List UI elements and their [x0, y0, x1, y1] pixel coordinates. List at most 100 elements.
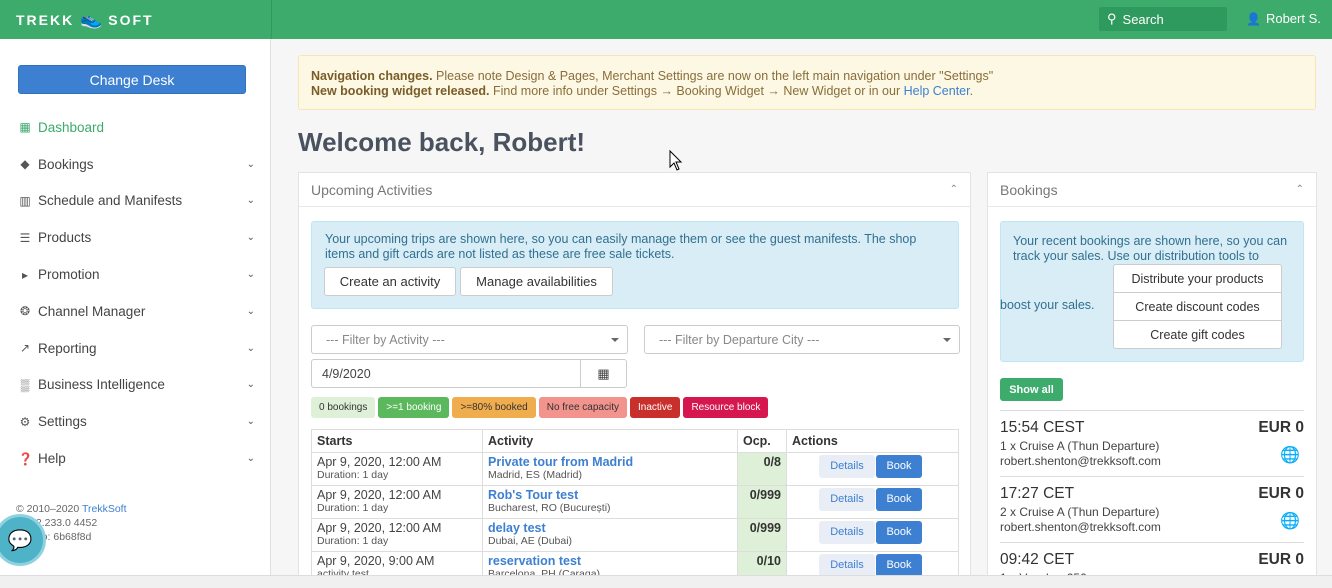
trekksoft-link[interactable]: TrekkSoft	[82, 503, 127, 515]
sidebar-item-label: Business Intelligence	[38, 377, 165, 393]
row-activity-link[interactable]: Private tour from Madrid	[488, 455, 732, 469]
create-gift-codes-button[interactable]: Create gift codes	[1113, 320, 1282, 349]
row-starts: Apr 9, 2020, 12:00 AM	[317, 521, 442, 535]
manage-availabilities-button[interactable]: Manage availabilities	[460, 267, 613, 296]
details-button[interactable]: Details	[819, 455, 875, 478]
distribute-products-button[interactable]: Distribute your products	[1113, 264, 1282, 293]
change-desk-button[interactable]: Change Desk	[18, 65, 246, 94]
list-item[interactable]: 17:27 CET EUR 0 2 x Cruise A (Thun Depar…	[1000, 476, 1304, 542]
calendar-icon: ▦	[597, 365, 610, 381]
help-center-link[interactable]: Help Center	[904, 84, 970, 98]
user-name: Robert S.	[1265, 11, 1321, 26]
legend-0-bookings: 0 bookings	[311, 397, 376, 418]
distribution-tools-link[interactable]: Use our distribution tools to	[1107, 249, 1258, 263]
help-icon: ❓	[18, 451, 33, 466]
row-ocp: 0/999	[737, 518, 787, 552]
user-menu[interactable]: 👤 Robert S.	[1246, 11, 1321, 26]
table-header: Starts Activity Ocp. Actions	[311, 429, 959, 453]
network-icon: ❂	[19, 304, 31, 319]
list-item[interactable]: 15:54 CEST EUR 0 1 x Cruise A (Thun Depa…	[1000, 410, 1304, 476]
legend-80-booked: >=80% booked	[452, 397, 536, 418]
row-duration: Duration: 1 day	[317, 535, 389, 547]
notice-title-2: New booking widget released.	[311, 84, 490, 98]
legend-1-booking: >=1 booking	[378, 397, 450, 418]
main-content: Navigation changes. Please note Design &…	[272, 39, 1332, 588]
megaphone-icon: ▸	[21, 267, 29, 282]
bookings-header[interactable]: Bookings ⌃	[988, 173, 1316, 207]
booking-email: robert.shenton@trekksoft.com	[1000, 520, 1161, 534]
chevron-down-icon: ⌄	[246, 342, 255, 354]
boost-text: boost your sales.	[1000, 298, 1095, 312]
brand-right: SOFT	[108, 11, 154, 28]
sidebar-item-products[interactable]: ☰ Products ⌄	[0, 219, 271, 256]
notice-title-1: Navigation changes.	[311, 69, 433, 83]
details-button[interactable]: Details	[819, 554, 875, 577]
activities-table: Starts Activity Ocp. Actions Apr 9, 2020…	[311, 429, 959, 585]
chevron-down-icon: ⌄	[246, 305, 255, 317]
show-all-button[interactable]: Show all	[1000, 378, 1063, 401]
sidebar-item-help[interactable]: ❓ Help ⌄	[0, 440, 271, 477]
notice-text-2: Find more info under Settings → Booking …	[489, 84, 904, 98]
row-activity-link[interactable]: delay test	[488, 521, 732, 535]
search-icon: ⚲	[1107, 11, 1117, 26]
details-button[interactable]: Details	[819, 488, 875, 511]
copyright: © 2010–2020	[16, 503, 82, 515]
col-actions: Actions	[786, 429, 959, 453]
page-title: Welcome back, Robert!	[298, 127, 586, 157]
sidebar-item-reporting[interactable]: ↗ Reporting ⌄	[0, 330, 271, 367]
filter-city-select[interactable]: --- Filter by Departure City ---	[644, 325, 960, 354]
legend-resource-block: Resource block	[683, 397, 769, 418]
navigation-notice: Navigation changes. Please note Design &…	[298, 55, 1316, 110]
globe-icon: 🌐	[1280, 513, 1300, 530]
filter-city-label: --- Filter by Departure City ---	[659, 332, 820, 347]
filter-activity-select[interactable]: --- Filter by Activity ---	[311, 325, 628, 354]
details-button[interactable]: Details	[819, 521, 875, 544]
occupancy-legend: 0 bookings >=1 booking >=80% booked No f…	[311, 397, 769, 418]
booking-amount: EUR 0	[1258, 485, 1304, 502]
upcoming-activities-header[interactable]: Upcoming Activities ⌃	[299, 173, 970, 207]
sidebar-item-bookings[interactable]: ◆ Bookings ⌄	[0, 146, 271, 183]
legend-no-capacity: No free capacity	[538, 397, 627, 418]
filter-activity-label: --- Filter by Activity ---	[326, 332, 445, 347]
calendar-icon: ▥	[19, 193, 31, 208]
chevron-down-icon: ⌄	[246, 453, 255, 465]
tag-icon: ◆	[20, 157, 30, 172]
row-activity-link[interactable]: reservation test	[488, 554, 732, 568]
calendar-button[interactable]: ▦	[580, 359, 627, 388]
sidebar-item-settings[interactable]: ⚙ Settings ⌄	[0, 403, 271, 440]
date-input[interactable]: 4/9/2020	[311, 359, 581, 388]
caret-down-icon	[943, 338, 951, 342]
shoe-icon: 👟	[80, 9, 105, 29]
globe-icon: 🌐	[1280, 447, 1300, 464]
sidebar-item-channel-manager[interactable]: ❂ Channel Manager ⌄	[0, 293, 271, 330]
chevron-up-icon[interactable]: ⌃	[950, 184, 958, 195]
line-chart-icon: ↗	[19, 341, 31, 356]
booking-item: 1 x Cruise A (Thun Departure)	[1000, 439, 1160, 453]
create-activity-button[interactable]: Create an activity	[324, 267, 456, 296]
user-icon: 👤	[1246, 11, 1261, 26]
brand-logo[interactable]: TREKK 👟 SOFT	[0, 0, 272, 39]
sidebar-item-promotion[interactable]: ▸ Promotion ⌄	[0, 256, 271, 293]
panel-title: Upcoming Activities	[311, 181, 433, 198]
sidebar-item-business-intelligence[interactable]: ▒ Business Intelligence ⌄	[0, 367, 271, 404]
chevron-down-icon: ⌄	[246, 379, 255, 391]
sidebar: Change Desk ▦ Dashboard ◆ Bookings ⌄ ▥ S…	[0, 39, 271, 588]
notice-text-1: Please note Design & Pages, Merchant Set…	[432, 69, 994, 83]
sidebar-item-schedule[interactable]: ▥ Schedule and Manifests ⌄	[0, 183, 271, 220]
book-button[interactable]: Book	[876, 554, 922, 577]
book-button[interactable]: Book	[876, 521, 922, 544]
row-ocp: 0/999	[737, 485, 787, 519]
search-button[interactable]: ⚲ Search	[1099, 7, 1227, 31]
create-discount-codes-button[interactable]: Create discount codes	[1113, 292, 1282, 321]
bottom-bar	[0, 575, 1332, 588]
sidebar-item-dashboard[interactable]: ▦ Dashboard	[0, 109, 271, 146]
book-button[interactable]: Book	[876, 488, 922, 511]
col-ocp: Ocp.	[737, 429, 787, 453]
book-button[interactable]: Book	[876, 455, 922, 478]
chevron-up-icon[interactable]: ⌃	[1296, 184, 1304, 195]
row-starts: Apr 9, 2020, 12:00 AM	[317, 455, 442, 469]
chat-icon[interactable]: 💬	[0, 514, 46, 566]
row-location: Bucharest, RO (București)	[488, 502, 611, 514]
row-activity-link[interactable]: Rob's Tour test	[488, 488, 732, 502]
sidebar-item-label: Help	[38, 451, 66, 467]
